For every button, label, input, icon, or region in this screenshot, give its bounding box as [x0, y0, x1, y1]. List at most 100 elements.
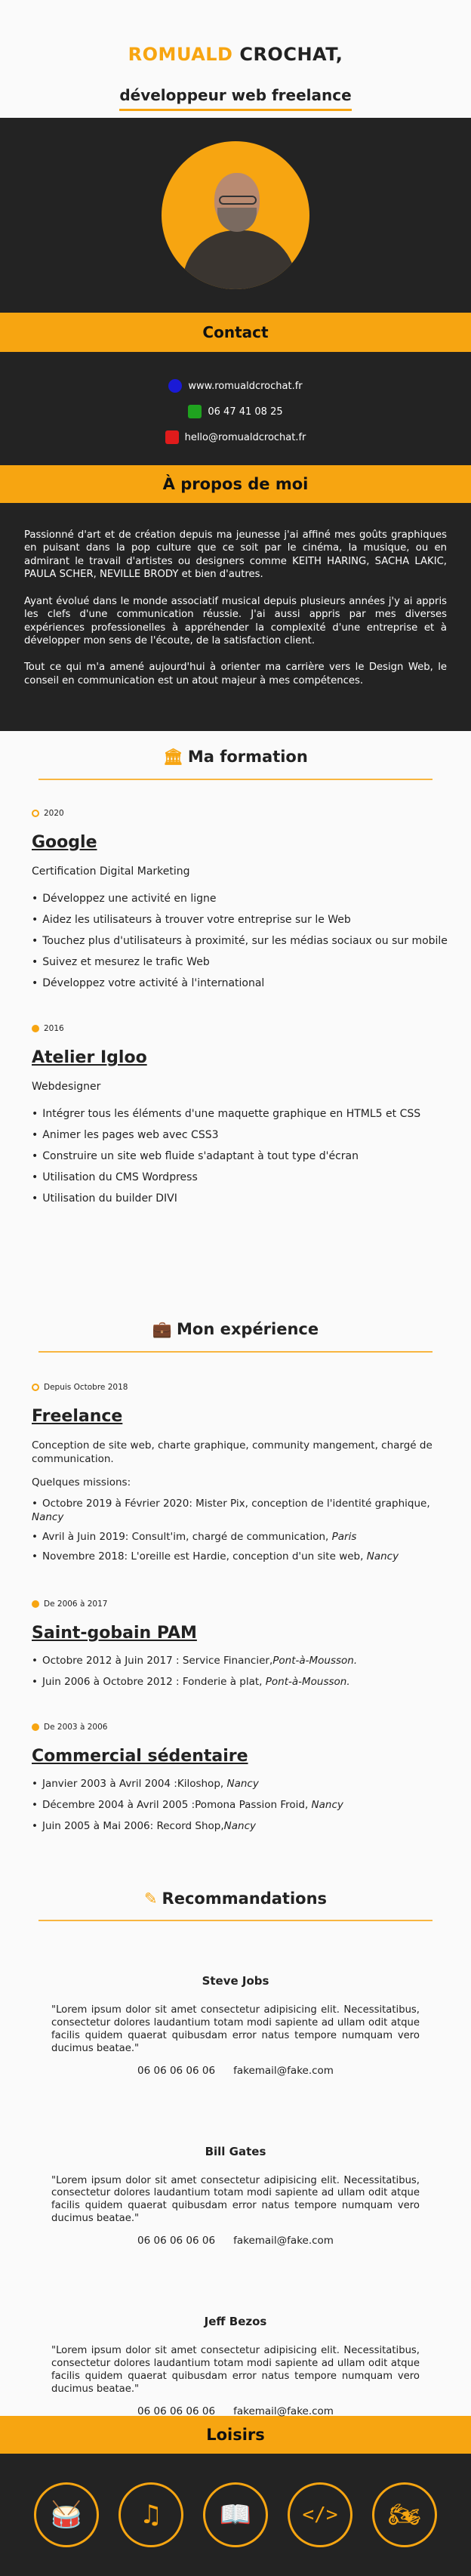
dot-icon — [32, 1723, 39, 1732]
list-item: Octobre 2012 à Juin 2017 : Service Finan… — [32, 1650, 439, 1671]
contact-website[interactable]: www.romualdcrochat.fr — [0, 373, 471, 399]
recommendations-title: ✎ Recommandations — [143, 1890, 328, 1908]
list-item: Intégrer tous les éléments d'une maquett… — [32, 1103, 439, 1124]
page-header: ROMUALD CROCHAT, développeur web freelan… — [0, 0, 471, 118]
entry-title: Freelance — [32, 1407, 123, 1426]
list-item: Construire un site web fluide s'adaptant… — [32, 1146, 439, 1167]
page-title: ROMUALD CROCHAT, — [0, 44, 471, 65]
email-link[interactable]: hello@romualdcrochat.fr — [185, 432, 306, 443]
list-item: Suivez et mesurez le trafic Web — [32, 952, 439, 973]
book-icon: 📖 — [203, 2482, 268, 2547]
tagline: développeur web freelance — [119, 86, 352, 111]
entry-list: Octobre 2012 à Juin 2017 : Service Finan… — [32, 1650, 439, 1692]
entry-list: Octobre 2019 à Février 2020: Mister Pix,… — [32, 1495, 439, 1566]
list-item: Développez une activité en ligne — [32, 888, 439, 909]
experience-entry: Depuis Octobre 2018 Freelance Conception… — [0, 1353, 471, 1566]
entry-date: De 2003 à 2006 — [44, 1723, 108, 1732]
list-item: Juin 2006 à Octobre 2012 : Fonderie à pl… — [32, 1671, 439, 1692]
dot-icon — [32, 1025, 39, 1032]
recommendation-card: Jeff Bezos "Lorem ipsum dolor sit amet c… — [0, 2247, 471, 2417]
list-item: Animer les pages web avec CSS3 — [32, 1124, 439, 1146]
last-name: CROCHAT, — [232, 44, 343, 65]
entry-date: 2020 — [44, 809, 64, 818]
recommendation-quote: "Lorem ipsum dolor sit amet consectetur … — [51, 2004, 420, 2054]
contact-title: Contact — [0, 313, 471, 352]
formation-title: 🏛 Ma formation — [163, 748, 308, 766]
recommendation-quote: "Lorem ipsum dolor sit amet consectetur … — [51, 2174, 420, 2225]
code-icon: </> — [288, 2482, 352, 2547]
clock-icon — [32, 810, 39, 817]
formation-entry: 2016 Atelier Igloo Webdesigner Intégrer … — [0, 994, 471, 1209]
profile-photo — [162, 141, 309, 289]
list-item: Juin 2005 à Mai 2006: Record Shop,Nancy — [32, 1816, 439, 1837]
formation-entry: 2020 Google Certification Digital Market… — [0, 780, 471, 994]
entry-list: Développez une activité en ligne Aidez l… — [32, 888, 448, 994]
briefcase-icon: 💼 — [152, 1320, 173, 1338]
list-item: Janvier 2003 à Avril 2004 :Kiloshop, Nan… — [32, 1773, 439, 1794]
entry-title: Saint-gobain PAM — [32, 1624, 197, 1643]
contact-section: www.romualdcrochat.fr 06 47 41 08 25 hel… — [0, 352, 471, 465]
dot-icon — [32, 1600, 39, 1609]
entry-subtitle: Webdesigner — [32, 1081, 101, 1093]
list-item: Octobre 2019 à Février 2020: Mister Pix,… — [32, 1495, 439, 1527]
recommendation-card: Bill Gates "Lorem ipsum dolor sit amet c… — [0, 2077, 471, 2247]
photo-section — [0, 118, 471, 313]
recommender-phone: 06 06 06 06 06 — [137, 2064, 216, 2077]
motorcycle-icon: 🏍 — [372, 2482, 437, 2547]
recommender-phone: 06 06 06 06 06 — [137, 2235, 216, 2247]
entry-description: Conception de site web, charte graphique… — [32, 1439, 433, 1465]
hobbies-title: Loisirs — [0, 2416, 471, 2454]
about-paragraph: Tout ce qui m'a amené aujourd'hui à orie… — [24, 662, 447, 686]
drum-icon: 🥁 — [34, 2482, 99, 2547]
entry-list: Janvier 2003 à Avril 2004 :Kiloshop, Nan… — [32, 1773, 439, 1837]
experience-title: 💼 Mon expérience — [152, 1320, 319, 1338]
list-item: Utilisation du CMS Wordpress — [32, 1167, 439, 1188]
recommendation-quote: "Lorem ipsum dolor sit amet consectetur … — [51, 2345, 420, 2395]
entry-subtitle: Certification Digital Marketing — [32, 865, 190, 878]
entry-title: Google — [32, 833, 97, 852]
contact-email[interactable]: hello@romualdcrochat.fr — [0, 424, 471, 450]
phone-icon — [188, 405, 202, 418]
mail-icon — [165, 430, 179, 444]
about-paragraph: Ayant évolué dans le monde associatif mu… — [24, 595, 447, 646]
about-paragraph: Passionné d'art et de création depuis ma… — [24, 529, 447, 581]
recommender-name: Bill Gates — [205, 2144, 266, 2158]
list-item: Utilisation du builder DIVI — [32, 1188, 439, 1209]
formation-section: 🏛 Ma formation 2020 Google Certification … — [0, 731, 471, 1303]
first-name: ROMUALD — [128, 44, 233, 65]
entry-date: Depuis Octobre 2018 — [44, 1383, 128, 1392]
recommender-email: fakemail@fake.com — [233, 2235, 334, 2247]
recommender-email: fakemail@fake.com — [233, 2064, 334, 2077]
experience-section: 💼 Mon expérience Depuis Octobre 2018 Free… — [0, 1303, 471, 1885]
list-item: Aidez les utilisateurs à trouver votre e… — [32, 909, 439, 930]
entry-list: Intégrer tous les éléments d'une maquett… — [32, 1103, 439, 1209]
hobbies-section: 🥁 ♫ 📖 </> 🏍 — [0, 2454, 471, 2576]
experience-entry: De 2003 à 2006 Commercial sédentaire Jan… — [0, 1692, 471, 1837]
list-item: Décembre 2004 à Avril 2005 :Pomona Passi… — [32, 1794, 439, 1816]
recommendations-section: ✎ Recommandations Steve Jobs "Lorem ipsum… — [0, 1885, 471, 2417]
list-item: Développez votre activité à l'internatio… — [32, 973, 439, 994]
website-link[interactable]: www.romualdcrochat.fr — [188, 381, 302, 392]
about-section: Passionné d'art et de création depuis ma… — [0, 503, 471, 731]
list-item: Avril à Juin 2019: Consult'im, chargé de… — [32, 1527, 439, 1547]
clock-icon — [32, 1384, 39, 1391]
university-icon: 🏛 — [163, 748, 183, 766]
globe-icon — [168, 379, 183, 393]
entry-title: Commercial sédentaire — [32, 1747, 248, 1766]
experience-entry: De 2006 à 2017 Saint-gobain PAM Octobre … — [0, 1566, 471, 1692]
missions-label: Quelques missions: — [32, 1476, 131, 1489]
entry-title: Atelier Igloo — [32, 1048, 147, 1067]
about-title: À propos de moi — [0, 465, 471, 503]
recommender-name: Jeff Bezos — [204, 2315, 267, 2329]
entry-date: De 2006 à 2017 — [44, 1600, 108, 1609]
contact-phone[interactable]: 06 47 41 08 25 — [0, 399, 471, 424]
recommender-phone: 06 06 06 06 06 — [137, 2405, 216, 2417]
phone-number[interactable]: 06 47 41 08 25 — [208, 406, 282, 418]
recommender-name: Steve Jobs — [202, 1974, 269, 1988]
recommendation-card: Steve Jobs "Lorem ipsum dolor sit amet c… — [0, 1921, 471, 2077]
entry-date: 2016 — [44, 1024, 64, 1033]
pencil-icon: ✎ — [143, 1890, 158, 1908]
list-item: Touchez plus d'utilisateurs à proximité,… — [32, 930, 448, 952]
music-note-icon: ♫ — [119, 2482, 183, 2547]
list-item: Novembre 2018: L'oreille est Hardie, con… — [32, 1547, 439, 1566]
